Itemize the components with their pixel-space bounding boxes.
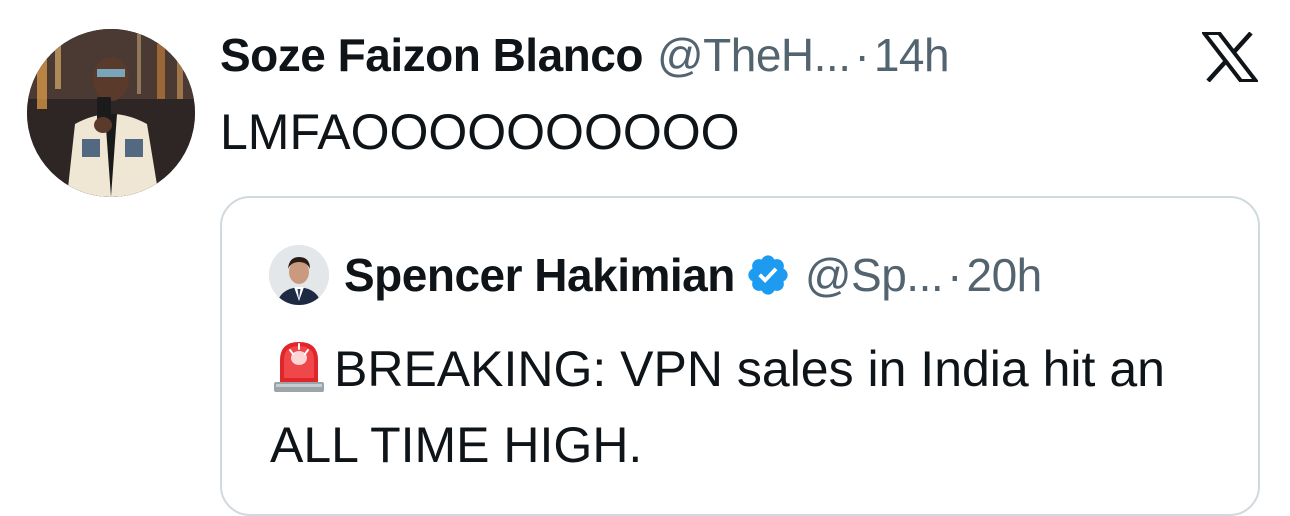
- author-display-name[interactable]: Soze Faizon Blanco: [220, 27, 643, 83]
- quoted-author-avatar-image: [269, 245, 329, 305]
- separator-dot: ·: [947, 249, 963, 301]
- quoted-tweet-text: BREAKING: VPN sales in India hit an ALL …: [270, 331, 1230, 483]
- quoted-author-display-name[interactable]: Spencer Hakimian: [344, 246, 735, 304]
- quoted-tweet-card[interactable]: Spencer Hakimian @Sp... · 20h BREAKING: …: [220, 196, 1260, 516]
- siren-icon: [270, 338, 328, 394]
- quoted-tweet-header: Spencer Hakimian @Sp... · 20h: [344, 246, 1042, 304]
- tweet-timestamp[interactable]: 14h: [874, 27, 950, 83]
- tweet: Soze Faizon Blanco @TheH... · 14h LMFAOO…: [0, 0, 1290, 516]
- separator-dot: ·: [854, 29, 870, 81]
- tweet-header: Soze Faizon Blanco @TheH... · 14h: [220, 27, 950, 83]
- tweet-text: LMFAOOOOOOOOOO: [220, 104, 740, 160]
- author-avatar-image: [27, 29, 195, 197]
- x-logo-icon[interactable]: [1199, 31, 1261, 83]
- quoted-tweet-timestamp[interactable]: 20h: [966, 246, 1042, 304]
- quoted-author-avatar[interactable]: [269, 245, 329, 305]
- verified-badge-icon: [745, 252, 791, 298]
- author-avatar[interactable]: [27, 29, 195, 197]
- quoted-author-handle[interactable]: @Sp...: [805, 246, 944, 304]
- author-handle[interactable]: @TheH...: [657, 27, 851, 83]
- quoted-tweet-body: BREAKING: VPN sales in India hit an ALL …: [270, 341, 1165, 473]
